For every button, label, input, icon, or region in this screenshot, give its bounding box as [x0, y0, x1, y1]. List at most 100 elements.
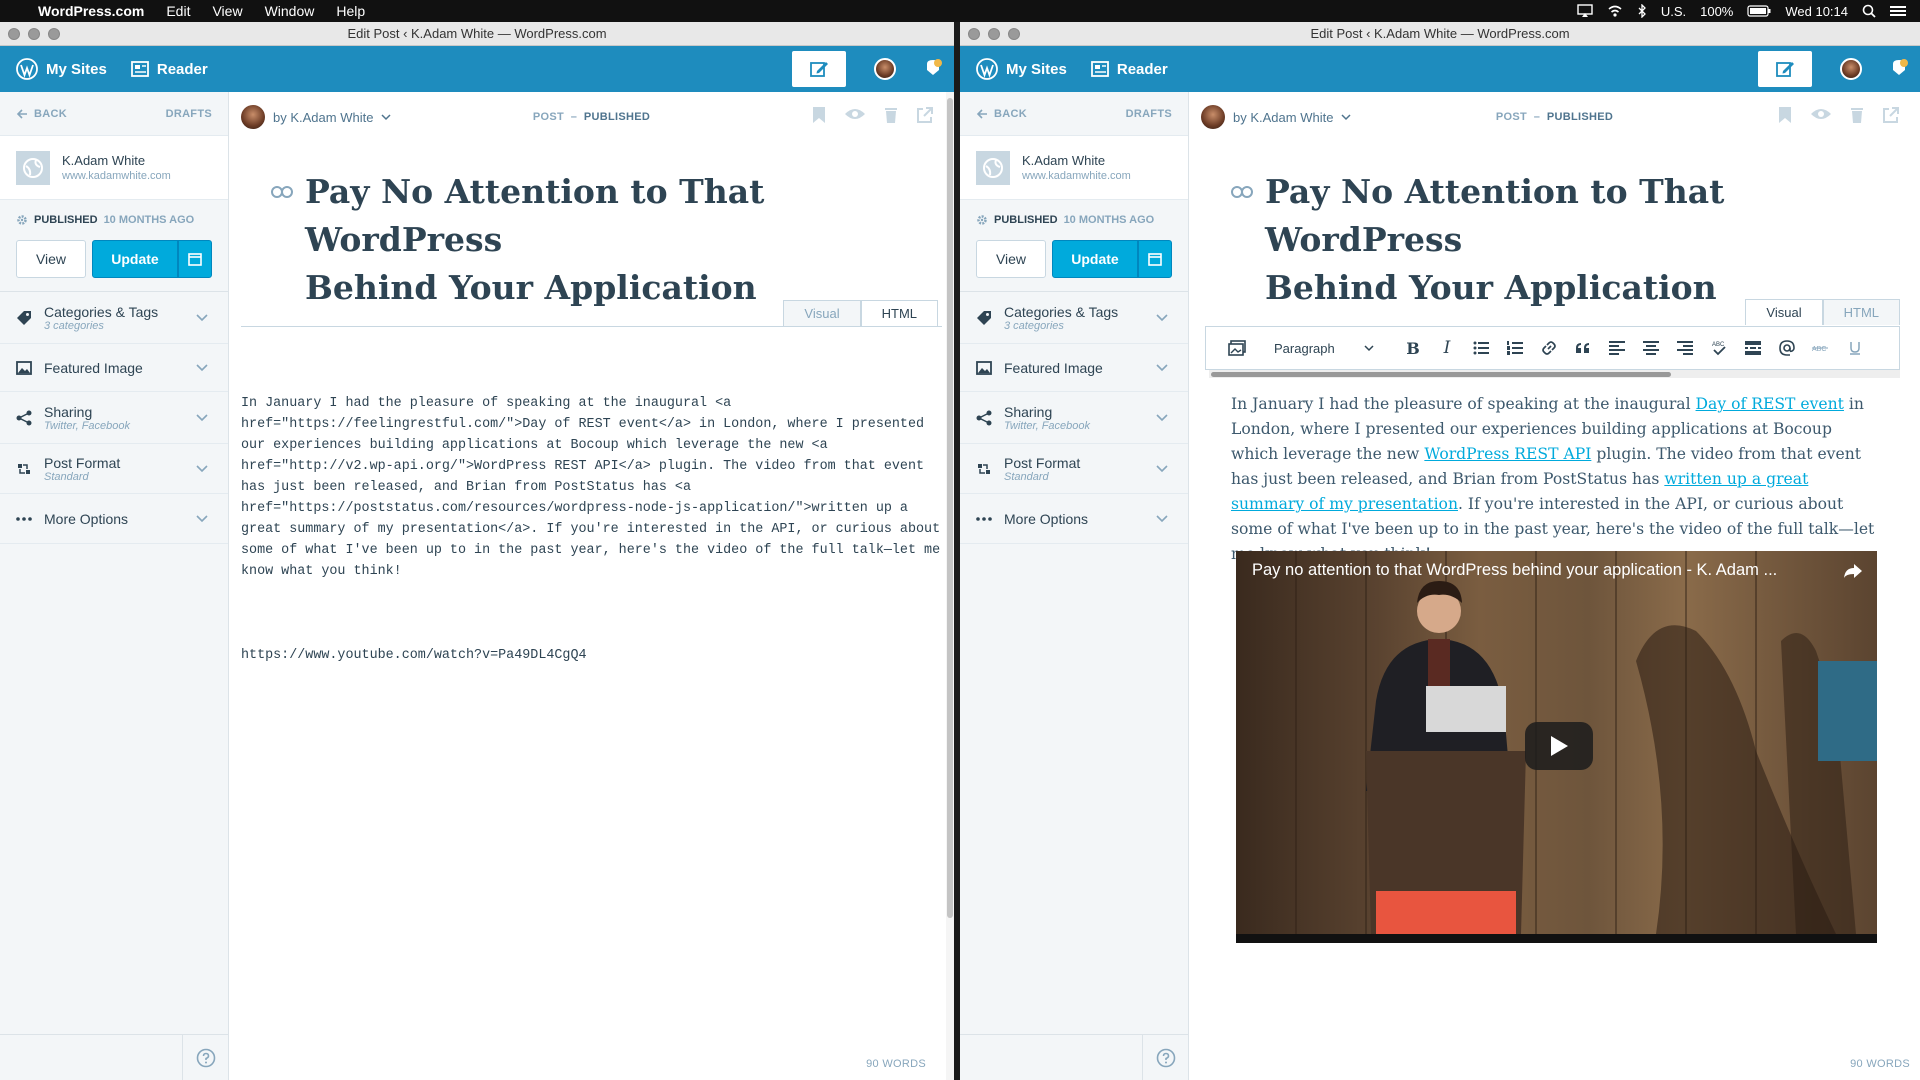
accordion-more-options[interactable]: More Options — [960, 494, 1188, 544]
strikethrough-icon[interactable]: ABC — [1804, 343, 1838, 353]
permalink-icon[interactable] — [1231, 186, 1253, 312]
accordion-more-options[interactable]: More Options — [0, 494, 228, 544]
permalink-icon[interactable] — [271, 186, 293, 312]
drafts-link[interactable]: DRAFTS — [166, 108, 212, 120]
spotlight-icon[interactable] — [1862, 4, 1876, 18]
format-select[interactable]: Paragraph — [1264, 335, 1384, 361]
user-avatar[interactable] — [1840, 58, 1862, 80]
post-title[interactable]: Pay No Attention to That WordPress Behin… — [1265, 168, 1885, 312]
contact-form-icon[interactable] — [1770, 340, 1804, 356]
share-arrow-icon[interactable] — [1843, 563, 1863, 579]
trash-icon[interactable] — [884, 106, 898, 124]
author-selector[interactable]: by K.Adam White — [241, 105, 391, 129]
my-sites-link[interactable]: My Sites — [16, 58, 107, 80]
external-link-icon[interactable] — [916, 106, 934, 124]
back-link[interactable]: BACK — [16, 108, 67, 120]
accordion-post-format[interactable]: Post Format Standard — [960, 444, 1188, 494]
add-media-icon[interactable] — [1220, 340, 1254, 356]
align-center-icon[interactable] — [1634, 341, 1668, 355]
view-button[interactable]: View — [976, 240, 1046, 278]
reader-link[interactable]: Reader — [1090, 61, 1168, 78]
help-button[interactable] — [1142, 1035, 1188, 1080]
scrollbar-thumb[interactable] — [1211, 372, 1671, 377]
link-icon[interactable] — [1532, 340, 1566, 356]
bluetooth-icon[interactable] — [1637, 4, 1647, 18]
close-window-button[interactable] — [968, 28, 980, 40]
scrollbar-thumb[interactable] — [947, 98, 953, 918]
write-post-button[interactable] — [1758, 51, 1812, 87]
site-card[interactable]: K.Adam White www.kadamwhite.com — [960, 136, 1188, 200]
menu-app-name[interactable]: WordPress.com — [38, 3, 144, 19]
post-title[interactable]: Pay No Attention to That WordPress Behin… — [305, 168, 925, 312]
video-title[interactable]: Pay no attention to that WordPress behin… — [1252, 561, 1777, 580]
locale-indicator[interactable]: U.S. — [1661, 4, 1686, 19]
underline-icon[interactable] — [1838, 341, 1872, 355]
author-selector[interactable]: by K.Adam White — [1201, 105, 1351, 129]
accordion-featured-image[interactable]: Featured Image — [0, 344, 228, 392]
update-button[interactable]: Update — [92, 240, 178, 278]
menu-view[interactable]: View — [212, 3, 242, 19]
menu-window[interactable]: Window — [265, 3, 315, 19]
reader-link[interactable]: Reader — [130, 61, 208, 78]
user-avatar[interactable] — [874, 58, 896, 80]
post-status[interactable]: PUBLISHED 10 MONTHS AGO — [0, 200, 228, 240]
back-link[interactable]: BACK — [976, 108, 1027, 120]
spellcheck-icon[interactable]: ABC — [1702, 340, 1736, 356]
preview-eye-icon[interactable] — [1810, 106, 1832, 124]
read-more-icon[interactable] — [1736, 341, 1770, 355]
notification-center-icon[interactable] — [1890, 5, 1906, 17]
toolbar-horizontal-scrollbar[interactable] — [1209, 370, 1900, 378]
clock[interactable]: Wed 10:14 — [1785, 4, 1848, 19]
minimize-window-button[interactable] — [988, 28, 1000, 40]
notifications-icon[interactable] — [924, 59, 942, 79]
wifi-icon[interactable] — [1607, 4, 1623, 18]
youtube-embed[interactable]: Pay no attention to that WordPress behin… — [1236, 551, 1877, 943]
battery-icon[interactable] — [1747, 5, 1771, 17]
tab-visual[interactable]: Visual — [783, 300, 861, 326]
notifications-icon[interactable] — [1890, 59, 1908, 79]
view-button[interactable]: View — [16, 240, 86, 278]
link-day-of-rest[interactable]: Day of REST event — [1696, 395, 1844, 413]
visual-editor-content[interactable]: In January I had the pleasure of speakin… — [1231, 392, 1878, 567]
tab-html[interactable]: HTML — [860, 300, 938, 326]
trash-icon[interactable] — [1850, 106, 1864, 124]
accordion-sharing[interactable]: Sharing Twitter, Facebook — [0, 392, 228, 444]
window-titlebar[interactable]: Edit Post ‹ K.Adam White — WordPress.com — [960, 22, 1920, 46]
bold-icon[interactable]: B — [1396, 339, 1430, 358]
italic-icon[interactable]: I — [1430, 338, 1464, 358]
menu-help[interactable]: Help — [336, 3, 365, 19]
external-link-icon[interactable] — [1882, 106, 1900, 124]
accordion-sharing[interactable]: Sharing Twitter, Facebook — [960, 392, 1188, 444]
preview-eye-icon[interactable] — [844, 106, 866, 124]
bookmark-icon[interactable] — [812, 106, 826, 124]
help-button[interactable] — [182, 1035, 228, 1080]
menu-edit[interactable]: Edit — [166, 3, 190, 19]
airplay-icon[interactable] — [1577, 4, 1593, 18]
bookmark-icon[interactable] — [1778, 106, 1792, 124]
numbered-list-icon[interactable] — [1498, 341, 1532, 355]
link-wp-rest-api[interactable]: WordPress REST API — [1424, 445, 1591, 463]
close-window-button[interactable] — [8, 28, 20, 40]
vertical-scrollbar[interactable] — [946, 92, 954, 1080]
schedule-button[interactable] — [178, 240, 212, 278]
zoom-window-button[interactable] — [1008, 28, 1020, 40]
blockquote-icon[interactable] — [1566, 342, 1600, 354]
post-status[interactable]: PUBLISHED 10 MONTHS AGO — [960, 200, 1188, 240]
bullet-list-icon[interactable] — [1464, 341, 1498, 355]
zoom-window-button[interactable] — [48, 28, 60, 40]
align-right-icon[interactable] — [1668, 341, 1702, 355]
write-post-button[interactable] — [792, 51, 846, 87]
accordion-categories-tags[interactable]: Categories & Tags 3 categories — [960, 292, 1188, 344]
battery-percent[interactable]: 100% — [1700, 4, 1733, 19]
play-button[interactable] — [1525, 722, 1593, 770]
schedule-button[interactable] — [1138, 240, 1172, 278]
accordion-featured-image[interactable]: Featured Image — [960, 344, 1188, 392]
accordion-post-format[interactable]: Post Format Standard — [0, 444, 228, 494]
update-button[interactable]: Update — [1052, 240, 1138, 278]
drafts-link[interactable]: DRAFTS — [1126, 108, 1172, 120]
tab-html[interactable]: HTML — [1822, 299, 1900, 325]
minimize-window-button[interactable] — [28, 28, 40, 40]
accordion-categories-tags[interactable]: Categories & Tags 3 categories — [0, 292, 228, 344]
my-sites-link[interactable]: My Sites — [976, 58, 1067, 80]
align-left-icon[interactable] — [1600, 341, 1634, 355]
